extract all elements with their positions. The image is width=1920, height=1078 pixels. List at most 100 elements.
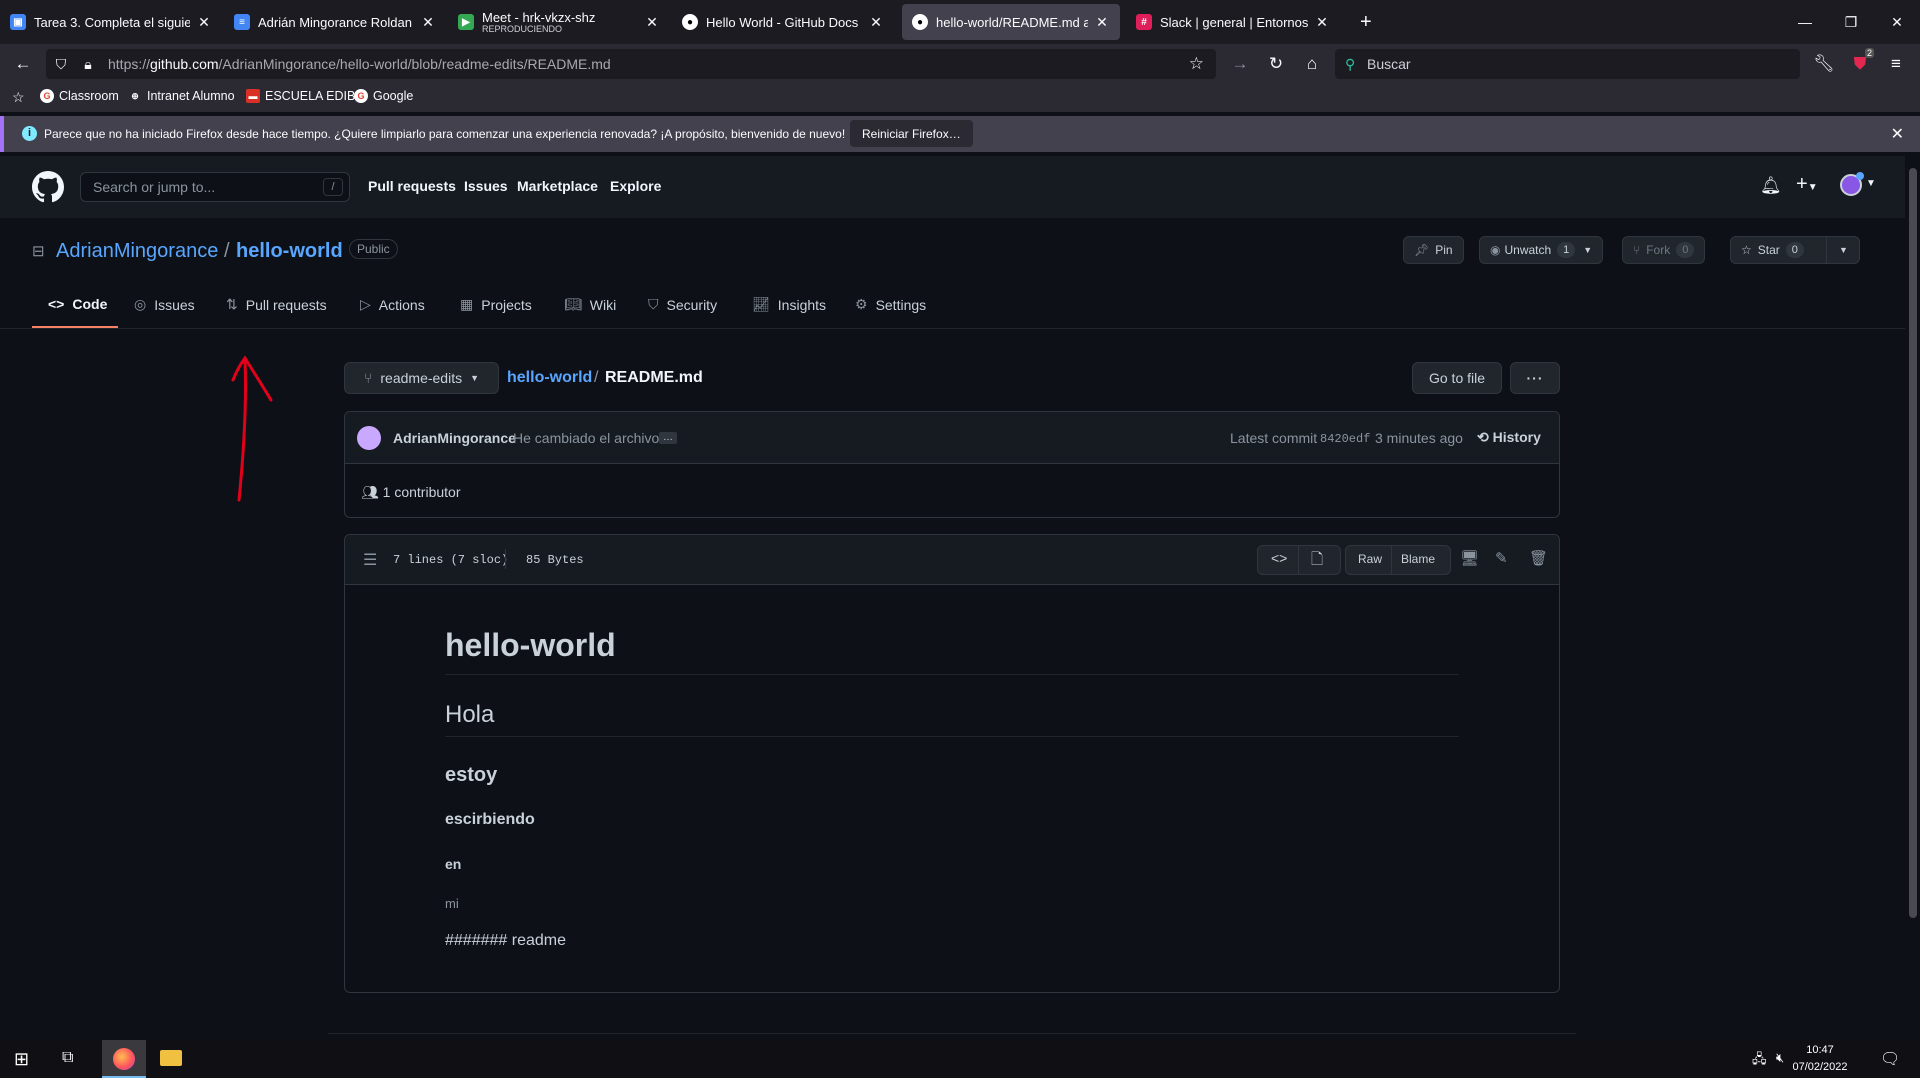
shield-icon[interactable]: ⛉ xyxy=(46,56,76,73)
history-link[interactable]: ⟲ History xyxy=(1477,429,1541,446)
nav-explore[interactable]: Explore xyxy=(610,178,661,194)
create-new-icon[interactable]: +▼ xyxy=(1796,173,1818,196)
clock-date[interactable]: 07/02/2022 xyxy=(1780,1061,1860,1073)
taskbar-firefox[interactable] xyxy=(102,1040,146,1078)
file-header: ☰ 7 lines (7 sloc) 85 Bytes <> 🗋︎ Raw Bl… xyxy=(345,535,1559,585)
pin-button[interactable]: 📌︎ Pin xyxy=(1403,236,1464,264)
bookmark-classroom[interactable]: G Classroom xyxy=(40,89,119,103)
tab-issues[interactable]: ◎ Issues xyxy=(134,296,195,313)
menu-icon[interactable]: ≡ xyxy=(1882,50,1910,78)
close-tab-icon[interactable]: ✕ xyxy=(868,14,884,31)
repo-owner-link[interactable]: AdrianMingorance xyxy=(56,240,218,263)
forward-icon[interactable]: → xyxy=(1226,50,1254,78)
extension-icon[interactable]: ⛊ 2 xyxy=(1846,48,1874,78)
branch-selector-button[interactable]: ⑂ readme-edits ▼ xyxy=(344,362,499,394)
close-tab-icon[interactable]: ✕ xyxy=(1094,14,1110,31)
tab-insights[interactable]: 📈︎ Insights xyxy=(752,296,826,313)
selected-tab-underline xyxy=(32,326,118,328)
commit-author-link[interactable]: AdrianMingorance xyxy=(393,430,516,446)
new-tab-button[interactable]: + xyxy=(1354,4,1386,40)
wrench-icon[interactable]: 🔧︎ xyxy=(1810,50,1838,78)
file-explorer-icon[interactable] xyxy=(160,1050,182,1066)
browser-tab-slack[interactable]: # Slack | general | Entornos de de ✕ xyxy=(1126,4,1340,40)
home-icon[interactable]: ⌂ xyxy=(1298,50,1326,78)
classroom-favicon-icon: ▣ xyxy=(10,14,26,30)
table-icon: ▦ xyxy=(460,296,474,312)
expand-commit-button[interactable]: … xyxy=(659,432,677,444)
contributors-link[interactable]: 👥︎ 1 contributor xyxy=(361,484,461,501)
tab-pull-requests[interactable]: ⇅ Pull requests xyxy=(226,296,327,313)
back-icon[interactable]: ← xyxy=(9,50,37,78)
file-view-icon[interactable]: 🗋︎ xyxy=(1311,549,1323,574)
more-options-button[interactable]: ··· xyxy=(1510,362,1560,394)
pencil-icon[interactable]: ✎ xyxy=(1495,549,1508,567)
windows-start-icon[interactable]: ⊞ xyxy=(14,1049,29,1070)
reload-icon[interactable]: ↻ xyxy=(1262,50,1290,78)
nav-issues[interactable]: Issues xyxy=(464,178,508,194)
desktop-icon[interactable]: 🖥︎ xyxy=(1460,549,1479,567)
path-repo-link[interactable]: hello-world xyxy=(507,369,592,387)
github-logo-icon[interactable] xyxy=(32,171,64,203)
github-search-input[interactable]: Search or jump to... / xyxy=(80,172,350,202)
tab-security[interactable]: ⛉ Security xyxy=(648,296,717,313)
raw-button[interactable]: Raw xyxy=(1358,552,1382,566)
readme-heading-2: Hola xyxy=(445,701,495,728)
close-tab-icon[interactable]: ✕ xyxy=(1314,14,1330,31)
watch-button[interactable]: ◉ Unwatch 1 ▼ xyxy=(1479,236,1604,264)
chevron-down-icon[interactable]: ▼ xyxy=(1839,245,1848,255)
outline-list-icon[interactable]: ☰ xyxy=(363,550,377,570)
blame-button[interactable]: Blame xyxy=(1401,552,1435,566)
url-bar[interactable]: ⛉ 🔒︎ https://github.com/AdrianMingorance… xyxy=(46,49,1216,79)
scrollbar-thumb[interactable] xyxy=(1909,168,1917,918)
author-avatar[interactable] xyxy=(357,426,381,450)
clock-time[interactable]: 10:47 xyxy=(1780,1044,1860,1056)
browser-tab-docs[interactable]: ≡ Adrián Mingorance Roldan - Ta ✕ xyxy=(224,4,446,40)
tab-wiki[interactable]: 📖︎ Wiki xyxy=(564,296,616,313)
commit-message-link[interactable]: He cambiado el archivo xyxy=(513,430,659,446)
lock-icon[interactable]: 🔒︎ xyxy=(76,56,100,73)
google-icon: G xyxy=(354,89,368,103)
restore-icon[interactable]: ❐ xyxy=(1828,0,1874,44)
bookmark-star-icon[interactable]: ☆ xyxy=(1189,54,1204,74)
browser-tab-github-docs[interactable]: ● Hello World - GitHub Docs ✕ xyxy=(672,4,894,40)
tab-actions[interactable]: ▷ Actions xyxy=(360,296,425,313)
close-notification-icon[interactable]: ✕ xyxy=(1891,124,1904,144)
tab-settings[interactable]: ⚙ Settings xyxy=(855,296,926,313)
tab-code[interactable]: <> Code xyxy=(48,296,107,312)
tab-projects[interactable]: ▦ Projects xyxy=(460,296,532,313)
watch-count: 1 xyxy=(1557,242,1576,258)
bookmark-edib[interactable]: ▬ ESCUELA EDIB xyxy=(246,89,355,103)
bookmark-google[interactable]: G Google xyxy=(354,89,413,103)
close-tab-icon[interactable]: ✕ xyxy=(420,14,436,31)
minimize-icon[interactable]: — xyxy=(1782,0,1828,44)
close-tab-icon[interactable]: ✕ xyxy=(196,14,212,31)
edib-icon: ▬ xyxy=(246,89,260,103)
docs-favicon-icon: ≡ xyxy=(234,14,250,30)
avatar-caret-icon[interactable]: ▼ xyxy=(1866,178,1876,189)
trash-icon[interactable]: 🗑︎ xyxy=(1529,549,1548,567)
browser-tab-readme[interactable]: ● hello-world/README.md at rea ✕ xyxy=(902,4,1120,40)
go-to-file-button[interactable]: Go to file xyxy=(1412,362,1502,394)
code-view-icon[interactable]: <> xyxy=(1271,550,1287,566)
bell-icon[interactable]: 🔔︎ xyxy=(1760,176,1782,196)
restart-firefox-button[interactable]: Reiniciar Firefox… xyxy=(850,120,973,147)
task-view-icon[interactable]: ⧉ xyxy=(62,1049,73,1067)
nav-marketplace[interactable]: Marketplace xyxy=(517,178,598,194)
browser-tab-meet[interactable]: ▶ Meet - hrk-vkzx-shz REPRODUCIENDO ✕ xyxy=(448,4,670,40)
close-tab-icon[interactable]: ✕ xyxy=(644,14,660,31)
bookmark-intranet[interactable]: ⊕ Intranet Alumno xyxy=(128,89,234,103)
browser-tab-tarea[interactable]: ▣ Tarea 3. Completa el siguiente ej ✕ xyxy=(0,4,222,40)
star-button[interactable]: ☆ Star 0 ▼ xyxy=(1730,236,1860,264)
fork-icon: ⑂ xyxy=(1633,243,1641,257)
readme-heading-4: escirbiendo xyxy=(445,811,535,828)
fork-button[interactable]: ⑂ Fork 0 xyxy=(1622,236,1706,264)
window-close-icon[interactable]: ✕ xyxy=(1874,0,1920,44)
notifications-icon[interactable]: 🗨︎ xyxy=(1880,1049,1900,1069)
nav-pull-requests[interactable]: Pull requests xyxy=(368,178,456,194)
bookmarks-star-icon[interactable]: ☆ xyxy=(12,89,25,106)
repo-name-link[interactable]: hello-world xyxy=(236,240,343,263)
commit-sha-link[interactable]: 8420edf xyxy=(1320,432,1370,446)
search-bar[interactable]: ⚲ Buscar xyxy=(1335,49,1800,79)
page-scrollbar[interactable] xyxy=(1905,156,1920,1040)
network-icon[interactable]: 🖧︎ xyxy=(1752,1050,1767,1072)
